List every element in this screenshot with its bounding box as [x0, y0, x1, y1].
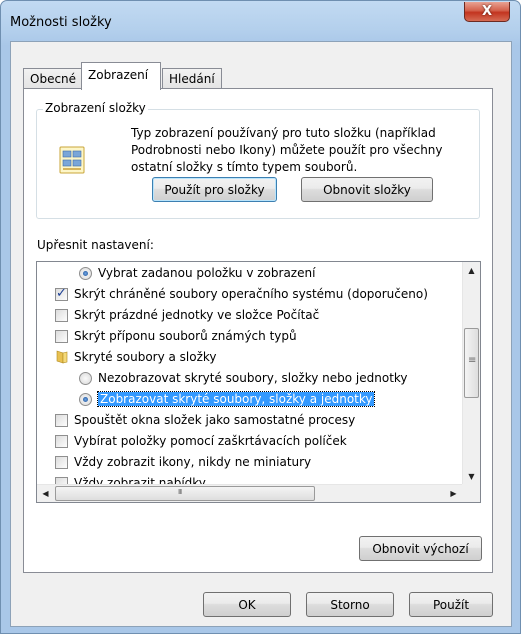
- checkbox-hide-protected-files[interactable]: [55, 286, 68, 301]
- list-item[interactable]: Skryté soubory a složky: [37, 347, 462, 368]
- title-bar[interactable]: Možnosti složky X: [1, 1, 520, 41]
- scrollbar-corner: [462, 484, 480, 502]
- close-button[interactable]: X: [464, 2, 510, 22]
- folder-view-group: Zobrazení složky Typ zobrazení používaný…: [36, 101, 480, 219]
- scroll-down-arrow-icon[interactable]: ▼: [463, 468, 480, 485]
- checkbox-always-show-icons[interactable]: [55, 456, 68, 469]
- apply-to-folders-button[interactable]: Použít pro složky: [152, 177, 277, 202]
- folder-icon: [56, 350, 68, 364]
- radio-hide-hidden-files[interactable]: [79, 372, 92, 385]
- radio-show-hidden-files[interactable]: [79, 393, 92, 406]
- folder-options-window: Možnosti složky X Obecné Zobrazení Hledá…: [0, 0, 521, 634]
- folder-view-icon: [59, 146, 85, 174]
- list-item[interactable]: Vybírat položky pomocí zaškrtávacích pol…: [37, 431, 462, 452]
- tab-search[interactable]: Hledání: [162, 68, 222, 89]
- scroll-left-arrow-icon[interactable]: ◀: [37, 485, 54, 502]
- tab-general[interactable]: Obecné: [23, 68, 83, 89]
- advanced-settings-tree[interactable]: Vybrat zadanou položku v zobrazení Skrýt…: [36, 261, 481, 503]
- ok-button[interactable]: OK: [203, 592, 291, 617]
- scroll-right-arrow-icon[interactable]: ▶: [445, 485, 462, 502]
- scroll-up-arrow-icon[interactable]: ▲: [463, 262, 480, 279]
- apply-button[interactable]: Použít: [409, 592, 493, 617]
- horizontal-scrollbar[interactable]: ◀ ▶: [37, 484, 462, 502]
- window-title: Možnosti složky: [10, 15, 112, 30]
- checkbox-hide-empty-drives[interactable]: [55, 309, 68, 322]
- radio-select-item[interactable]: [79, 267, 92, 280]
- view-tab-panel: Zobrazení složky Typ zobrazení používaný…: [23, 88, 493, 573]
- vertical-scroll-thumb[interactable]: [464, 328, 479, 398]
- list-item[interactable]: Vybrat zadanou položku v zobrazení: [37, 263, 462, 284]
- list-item-selected[interactable]: Zobrazovat skryté soubory, složky a jedn…: [37, 389, 462, 410]
- list-item[interactable]: Skrýt prázdné jednotky ve složce Počítač: [37, 305, 462, 326]
- advanced-settings-label: Upřesnit nastavení:: [37, 238, 154, 252]
- folder-view-group-label: Zobrazení složky: [43, 101, 148, 115]
- list-item[interactable]: Spouštět okna složek jako samostatné pro…: [37, 410, 462, 431]
- reset-folders-button[interactable]: Obnovit složky: [301, 177, 433, 202]
- checkbox-use-check-boxes[interactable]: [55, 435, 68, 448]
- tab-view[interactable]: Zobrazení: [81, 62, 161, 90]
- close-icon: X: [481, 4, 493, 19]
- list-item[interactable]: Skrýt chráněné soubory operačního systém…: [37, 284, 462, 305]
- vertical-scrollbar[interactable]: ▲ ▼: [462, 262, 480, 485]
- list-item[interactable]: Vždy zobrazit ikony, nikdy ne miniatury: [37, 452, 462, 473]
- dialog-client-area: Obecné Zobrazení Hledání Zobrazení složk…: [10, 41, 512, 627]
- list-item[interactable]: Skrýt příponu souborů známých typů: [37, 326, 462, 347]
- list-item[interactable]: Nezobrazovat skryté soubory, složky nebo…: [37, 368, 462, 389]
- checkbox-hide-extensions[interactable]: [55, 330, 68, 343]
- restore-defaults-button[interactable]: Obnovit výchozí: [359, 536, 482, 561]
- cancel-button[interactable]: Storno: [306, 592, 394, 617]
- folder-view-description: Typ zobrazení používaný pro tuto složku …: [131, 126, 443, 174]
- advanced-settings-rows: Vybrat zadanou položku v zobrazení Skrýt…: [37, 262, 462, 485]
- tab-strip: Obecné Zobrazení Hledání: [23, 62, 493, 90]
- checkbox-separate-process[interactable]: [55, 414, 68, 427]
- horizontal-scroll-thumb[interactable]: [55, 486, 315, 501]
